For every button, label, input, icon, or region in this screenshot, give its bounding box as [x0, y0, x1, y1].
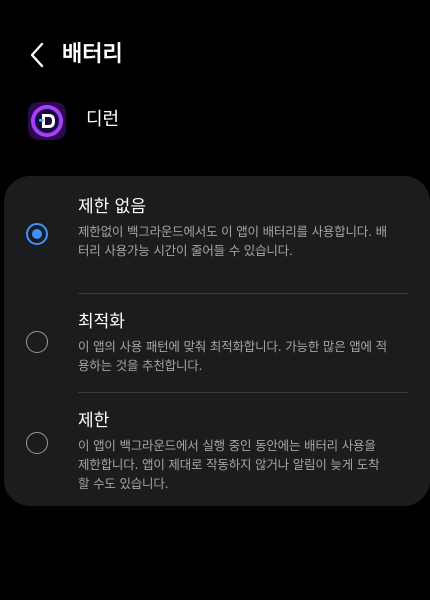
option-title: 제한 없음: [78, 197, 146, 217]
radio-unrestricted[interactable]: [26, 223, 48, 245]
chevron-left-icon: [30, 42, 44, 68]
option-description: 이 앱의 사용 패턴에 맞춰 최적화합니다. 가능한 많은 앱에 적용하는 것을…: [78, 339, 387, 373]
back-button[interactable]: [22, 40, 52, 70]
app-info-row: 디런: [0, 100, 430, 144]
option-title: 제한: [78, 411, 110, 431]
page-title: 배터리: [62, 42, 123, 67]
header: 배터리: [0, 30, 430, 80]
radio-optimized[interactable]: [26, 331, 48, 353]
option-description: 이 앱이 백그라운드에서 실행 중인 동안에는 배터리 사용을 제한합니다. 앱…: [78, 438, 380, 491]
option-description: 제한없이 백그라운드에서도 이 앱이 배터리를 사용합니다. 배터리 사용가능 …: [78, 224, 387, 258]
app-name: 디런: [86, 109, 120, 130]
battery-settings-screen: 배터리 디런 제한 없음 제한없이 백그라운드에서도 이 앱이 배터리를 사용합…: [0, 0, 430, 600]
option-restricted[interactable]: 제한 이 앱이 백그라운드에서 실행 중인 동안에는 배터리 사용을 제한합니다…: [4, 393, 430, 506]
battery-options-card: 제한 없음 제한없이 백그라운드에서도 이 앱이 배터리를 사용합니다. 배터리…: [4, 176, 430, 506]
radio-restricted[interactable]: [26, 432, 48, 454]
option-title: 최적화: [78, 312, 125, 332]
option-unrestricted[interactable]: 제한 없음 제한없이 백그라운드에서도 이 앱이 배터리를 사용합니다. 배터리…: [4, 176, 430, 294]
option-optimized[interactable]: 최적화 이 앱의 사용 패턴에 맞춰 최적화합니다. 가능한 많은 앱에 적용하…: [4, 294, 430, 392]
app-logo-icon: [28, 102, 66, 140]
